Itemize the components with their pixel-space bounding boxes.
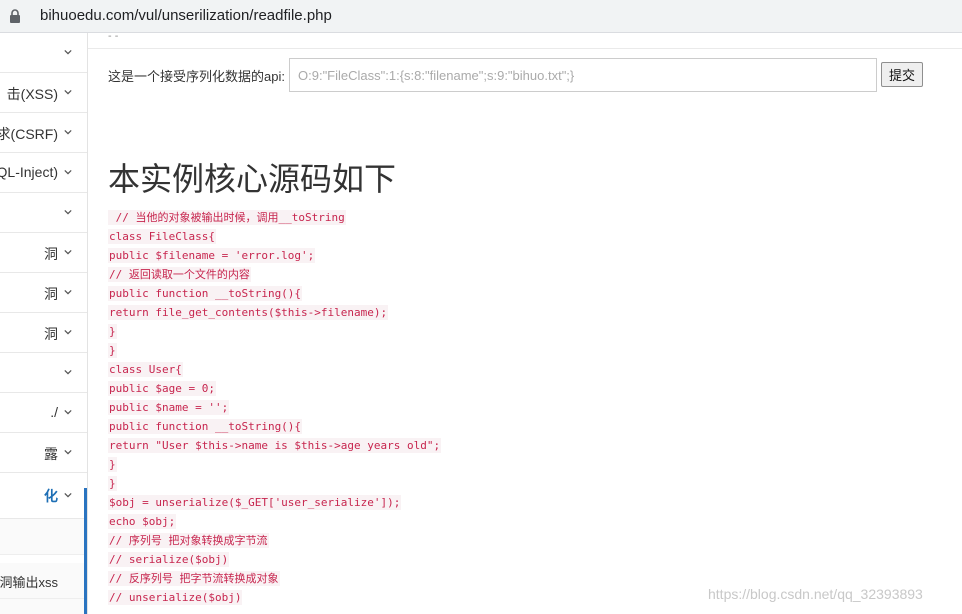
code-line: } bbox=[108, 324, 117, 339]
code-line: // 序列号 把对象转换成字节流 bbox=[108, 533, 269, 548]
sidebar-item-csrf[interactable]: 求(CSRF) bbox=[0, 113, 87, 153]
sidebar-subitem-xss-output[interactable]: 洞输出xss bbox=[0, 563, 87, 599]
sidebar-item-unserialize[interactable]: 化 bbox=[0, 473, 87, 519]
sidebar-item[interactable]: 洞 bbox=[0, 313, 87, 353]
sidebar-item[interactable]: 露 bbox=[0, 433, 87, 473]
active-indicator bbox=[84, 488, 87, 614]
chevron-down-icon bbox=[64, 289, 72, 295]
chevron-down-icon bbox=[64, 249, 72, 255]
url-text[interactable]: bihuoedu.com/vul/unserilization/readfile… bbox=[40, 7, 332, 25]
chevron-down-icon bbox=[64, 89, 72, 95]
sidebar-item-xss[interactable]: 击(XSS) bbox=[0, 73, 87, 113]
chevron-down-icon bbox=[64, 369, 72, 375]
code-line: // 返回读取一个文件的内容 bbox=[108, 267, 251, 282]
code-line: // 当他的对象被输出时候，调用__toString bbox=[108, 210, 346, 225]
chevron-down-icon bbox=[64, 169, 72, 175]
chevron-down-icon bbox=[64, 329, 72, 335]
lock-icon[interactable] bbox=[9, 9, 21, 23]
sidebar-item-label: 洞 bbox=[44, 326, 58, 342]
code-line: echo $obj; bbox=[108, 514, 177, 529]
content-top-strip: - - bbox=[88, 31, 962, 49]
sidebar-item-label: 洞 bbox=[44, 286, 58, 302]
sidebar-item-label: 求(CSRF) bbox=[0, 126, 58, 142]
sidebar-item[interactable] bbox=[0, 33, 87, 73]
sidebar-item-label: 化 bbox=[44, 488, 58, 504]
sidebar-item[interactable]: ./ bbox=[0, 393, 87, 433]
sidebar-item[interactable] bbox=[0, 353, 87, 393]
code-block: // 当他的对象被输出时候，调用__toString class FileCla… bbox=[108, 206, 442, 605]
chevron-down-icon bbox=[64, 129, 72, 135]
code-line: return file_get_contents($this->filename… bbox=[108, 305, 389, 320]
chevron-down-icon bbox=[64, 209, 72, 215]
sidebar-nav: 击(XSS) 求(CSRF) QL-Inject) 洞 洞 洞 ./ 露 化 洞… bbox=[0, 33, 88, 614]
page-title: 本实例核心源码如下 bbox=[108, 161, 397, 197]
sidebar-item[interactable]: 洞 bbox=[0, 273, 87, 313]
code-line: return "User $this->name is $this->age y… bbox=[108, 438, 442, 453]
code-line: $obj = unserialize($_GET['user_serialize… bbox=[108, 495, 402, 510]
sidebar-subitem[interactable] bbox=[0, 519, 87, 555]
sidebar-item[interactable] bbox=[0, 193, 87, 233]
api-label: 这是一个接受序列化数据的api: bbox=[108, 69, 285, 84]
chevron-down-icon bbox=[64, 449, 72, 455]
sidebar-subitem[interactable] bbox=[0, 599, 87, 614]
code-line: } bbox=[108, 343, 117, 358]
address-bar[interactable]: bihuoedu.com/vul/unserilization/readfile… bbox=[0, 0, 962, 33]
sidebar-item-label: QL-Inject) bbox=[0, 164, 58, 180]
sidebar-subitem-label: 洞输出xss bbox=[0, 575, 58, 590]
strip-mark: - - bbox=[108, 31, 119, 42]
code-line: public function __toString(){ bbox=[108, 419, 303, 434]
submit-button[interactable]: 提交 bbox=[881, 62, 923, 87]
sidebar-item-label: ./ bbox=[50, 404, 58, 420]
watermark: https://blog.csdn.net/qq_32393893 bbox=[708, 586, 923, 602]
sidebar-item[interactable]: 洞 bbox=[0, 233, 87, 273]
code-line: // serialize($obj) bbox=[108, 552, 230, 567]
code-line: class User{ bbox=[108, 362, 183, 377]
sidebar-item-sql-inject[interactable]: QL-Inject) bbox=[0, 153, 87, 193]
code-line: public $filename = 'error.log'; bbox=[108, 248, 316, 263]
chevron-down-icon bbox=[64, 409, 72, 415]
code-line: // 反序列号 把字节流转换成对象 bbox=[108, 571, 280, 586]
sidebar-item-label: 洞 bbox=[44, 246, 58, 262]
sidebar-item-label: 露 bbox=[44, 446, 58, 462]
serialize-input[interactable] bbox=[289, 58, 877, 92]
code-line: public $name = ''; bbox=[108, 400, 230, 415]
code-line: class FileClass{ bbox=[108, 229, 216, 244]
chevron-down-icon bbox=[64, 49, 72, 55]
chevron-down-icon bbox=[64, 492, 72, 498]
code-line: public $age = 0; bbox=[108, 381, 216, 396]
code-line: // unserialize($obj) bbox=[108, 590, 243, 605]
code-line: } bbox=[108, 476, 117, 491]
code-line: } bbox=[108, 457, 117, 472]
code-line: public function __toString(){ bbox=[108, 286, 303, 301]
sidebar-item-label: 击(XSS) bbox=[6, 86, 58, 102]
